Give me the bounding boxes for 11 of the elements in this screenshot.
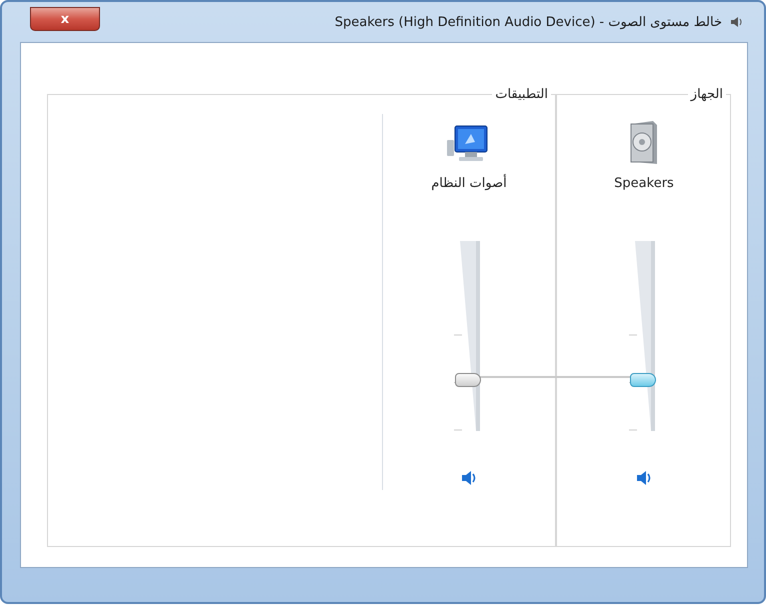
- volume-icon: [460, 469, 478, 487]
- group-label: التطبيقات: [494, 87, 549, 102]
- volume-slider-thumb[interactable]: [455, 372, 481, 387]
- volume-slider-thumb[interactable]: [630, 372, 656, 387]
- speaker-icon: [730, 15, 744, 29]
- channel-name: أصوات النظام: [431, 176, 507, 191]
- close-button[interactable]: x: [30, 7, 100, 31]
- window-title: خالط مستوى الصوت - Speakers (High Definition Audio Device): [334, 14, 722, 30]
- group-label: الجهاز: [689, 87, 724, 102]
- channel-name: Speakers: [614, 176, 674, 191]
- volume-icon: [635, 469, 653, 487]
